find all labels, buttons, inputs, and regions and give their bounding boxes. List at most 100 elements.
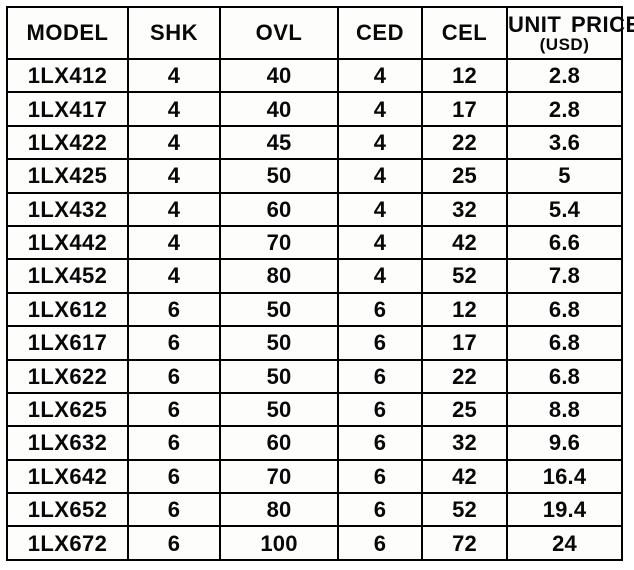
table-row: 1LX612 6 50 6 12 6.8 [6, 291, 623, 328]
cell-ced: 6 [337, 492, 423, 528]
column-header-cel: CEL [421, 6, 508, 60]
cell-ovl: 50 [219, 291, 339, 328]
cell-model: 1LX652 [6, 492, 129, 528]
table-row: 1LX442 4 70 4 42 6.6 [6, 224, 623, 261]
cell-ced: 4 [337, 158, 423, 194]
cell-ovl: 60 [219, 425, 339, 461]
cell-shk: 4 [127, 224, 221, 261]
column-header-model: MODEL [6, 6, 129, 60]
cell-ovl: 70 [219, 224, 339, 261]
cell-ovl: 50 [219, 391, 339, 428]
cell-ced: 6 [337, 325, 423, 361]
cell-model: 1LX412 [6, 57, 129, 94]
page-root: MODEL SHK OVL CED CEL UNIT PRICE (USD) 1… [0, 0, 634, 570]
cell-ced: 4 [337, 91, 423, 127]
cell-ovl: 100 [219, 525, 339, 561]
cell-model: 1LX425 [6, 158, 129, 194]
cell-shk: 6 [127, 492, 221, 528]
cell-shk: 4 [127, 57, 221, 94]
cell-price: 2.8 [506, 57, 623, 94]
cell-shk: 6 [127, 525, 221, 561]
cell-model: 1LX432 [6, 191, 129, 227]
cell-shk: 4 [127, 258, 221, 294]
cell-ced: 4 [337, 224, 423, 261]
cell-shk: 6 [127, 391, 221, 428]
cell-price: 5.4 [506, 191, 623, 227]
cell-shk: 6 [127, 291, 221, 328]
cell-price: 3.6 [506, 124, 623, 161]
cell-cel: 17 [421, 91, 508, 127]
cell-model: 1LX622 [6, 358, 129, 394]
cell-model: 1LX632 [6, 425, 129, 461]
cell-price: 6.8 [506, 325, 623, 361]
cell-ced: 6 [337, 525, 423, 561]
cell-price: 9.6 [506, 425, 623, 461]
cell-ced: 4 [337, 191, 423, 227]
cell-cel: 25 [421, 158, 508, 194]
cell-ovl: 50 [219, 358, 339, 394]
cell-price: 2.8 [506, 91, 623, 127]
cell-ovl: 50 [219, 325, 339, 361]
cell-model: 1LX612 [6, 291, 129, 328]
table-row: 1LX425 4 50 4 25 5 [6, 158, 623, 194]
cell-model: 1LX672 [6, 525, 129, 561]
cell-cel: 22 [421, 358, 508, 394]
cell-price: 19.4 [506, 492, 623, 528]
cell-shk: 6 [127, 425, 221, 461]
cell-ovl: 40 [219, 57, 339, 94]
cell-ced: 6 [337, 425, 423, 461]
product-spec-table: MODEL SHK OVL CED CEL UNIT PRICE (USD) 1… [6, 6, 634, 561]
cell-cel: 32 [421, 425, 508, 461]
cell-shk: 4 [127, 91, 221, 127]
cell-ovl: 80 [219, 492, 339, 528]
table-row: 1LX625 6 50 6 25 8.8 [6, 391, 623, 428]
cell-price: 6.8 [506, 291, 623, 328]
spec-table-container: MODEL SHK OVL CED CEL UNIT PRICE (USD) 1… [6, 6, 634, 561]
cell-model: 1LX422 [6, 124, 129, 161]
cell-ovl: 60 [219, 191, 339, 227]
cell-price: 16.4 [506, 458, 623, 495]
cell-cel: 52 [421, 492, 508, 528]
cell-cel: 52 [421, 258, 508, 294]
table-row: 1LX417 4 40 4 17 2.8 [6, 91, 623, 127]
table-row: 1LX632 6 60 6 32 9.6 [6, 425, 623, 461]
column-header-shk: SHK [127, 6, 221, 60]
header-row: MODEL SHK OVL CED CEL UNIT PRICE (USD) [6, 6, 634, 60]
cell-ced: 4 [337, 258, 423, 294]
column-header-ced: CED [337, 6, 423, 60]
cell-ovl: 45 [219, 124, 339, 161]
cell-cel: 12 [421, 291, 508, 328]
cell-model: 1LX642 [6, 458, 129, 495]
cell-price: 6.8 [506, 358, 623, 394]
table-row: 1LX622 6 50 6 22 6.8 [6, 358, 623, 394]
cell-ced: 6 [337, 458, 423, 495]
unit-price-label-line1: UNIT PRICE [508, 11, 634, 37]
cell-cel: 32 [421, 191, 508, 227]
unit-price-label-line2: (USD) [539, 34, 590, 54]
table-row: 1LX412 4 40 4 12 2.8 [6, 57, 623, 94]
cell-shk: 4 [127, 158, 221, 194]
cell-model: 1LX417 [6, 91, 129, 127]
cell-cel: 25 [421, 391, 508, 428]
cell-price: 6.6 [506, 224, 623, 261]
cell-ovl: 80 [219, 258, 339, 294]
cell-ovl: 50 [219, 158, 339, 194]
cell-price: 24 [506, 525, 623, 561]
cell-ced: 4 [337, 57, 423, 94]
cell-price: 7.8 [506, 258, 623, 294]
cell-cel: 22 [421, 124, 508, 161]
cell-cel: 42 [421, 224, 508, 261]
cell-shk: 6 [127, 358, 221, 394]
cell-cel: 72 [421, 525, 508, 561]
cell-ovl: 40 [219, 91, 339, 127]
cell-cel: 42 [421, 458, 508, 495]
column-header-ovl: OVL [219, 6, 339, 60]
table-header: MODEL SHK OVL CED CEL UNIT PRICE (USD) [6, 6, 634, 60]
table-row: 1LX652 6 80 6 52 19.4 [6, 492, 623, 528]
cell-model: 1LX452 [6, 258, 129, 294]
cell-shk: 4 [127, 124, 221, 161]
cell-shk: 4 [127, 191, 221, 227]
cell-ced: 6 [337, 391, 423, 428]
cell-model: 1LX617 [6, 325, 129, 361]
cell-shk: 6 [127, 458, 221, 495]
